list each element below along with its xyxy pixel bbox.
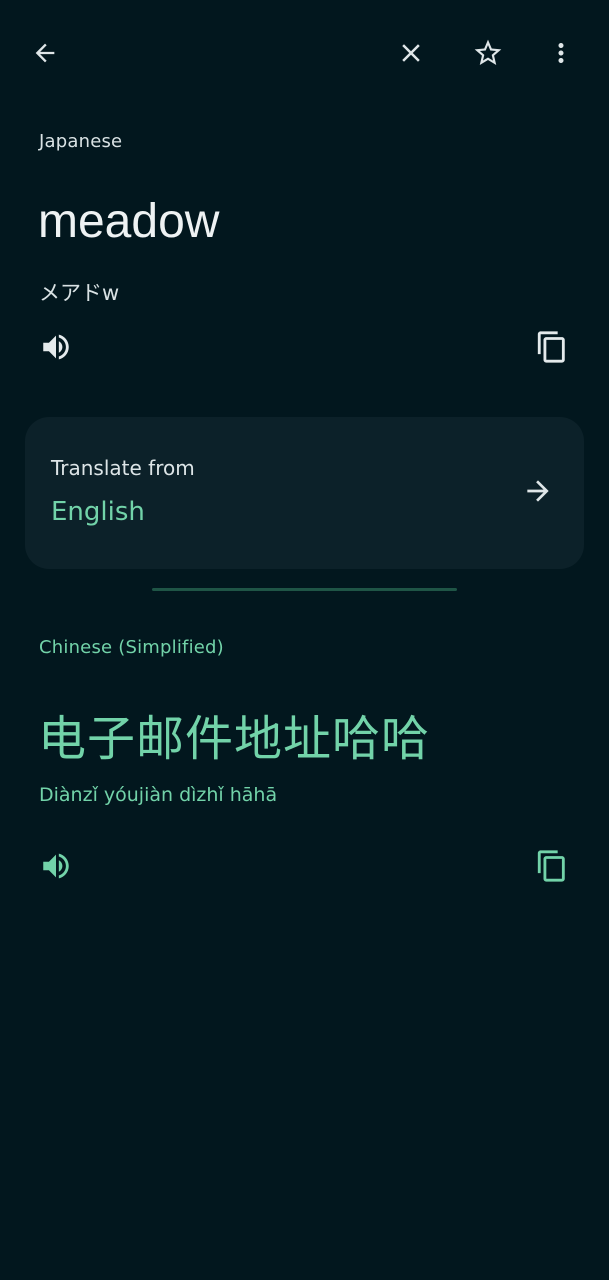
close-button[interactable] xyxy=(387,29,435,77)
source-copy-button[interactable] xyxy=(528,323,576,371)
translate-from-card[interactable]: Translate from English xyxy=(25,417,584,569)
arrow-forward-icon xyxy=(522,475,554,511)
target-transliteration: Diànzǐ yóujiàn dìzhǐ hāhā xyxy=(39,784,278,806)
source-speak-button[interactable] xyxy=(32,323,80,371)
translate-from-label: Translate from xyxy=(51,456,195,480)
volume-up-icon xyxy=(43,853,69,879)
source-language-label: Japanese xyxy=(39,131,123,152)
translation-detail-screen: Japanese meadow メアドw Translate from Engl… xyxy=(0,0,609,1280)
copy-icon xyxy=(537,850,565,882)
source-transliteration: メアドw xyxy=(39,281,120,305)
volume-up-icon xyxy=(43,334,69,360)
translate-from-language: English xyxy=(51,497,145,527)
save-star-button[interactable] xyxy=(464,29,512,77)
arrow-back-icon xyxy=(35,43,55,63)
section-divider xyxy=(152,588,457,591)
target-text: 电子邮件地址哈哈 xyxy=(38,711,431,767)
more-vert-icon xyxy=(558,43,564,63)
copy-icon xyxy=(537,331,565,363)
star-outline-icon xyxy=(474,39,502,65)
target-copy-button[interactable] xyxy=(528,842,576,890)
close-icon xyxy=(402,44,420,62)
target-language-label: Chinese (Simplified) xyxy=(39,637,224,658)
more-options-button[interactable] xyxy=(537,29,585,77)
target-speak-button[interactable] xyxy=(32,842,80,890)
source-text: meadow xyxy=(38,195,220,248)
back-button[interactable] xyxy=(21,29,69,77)
